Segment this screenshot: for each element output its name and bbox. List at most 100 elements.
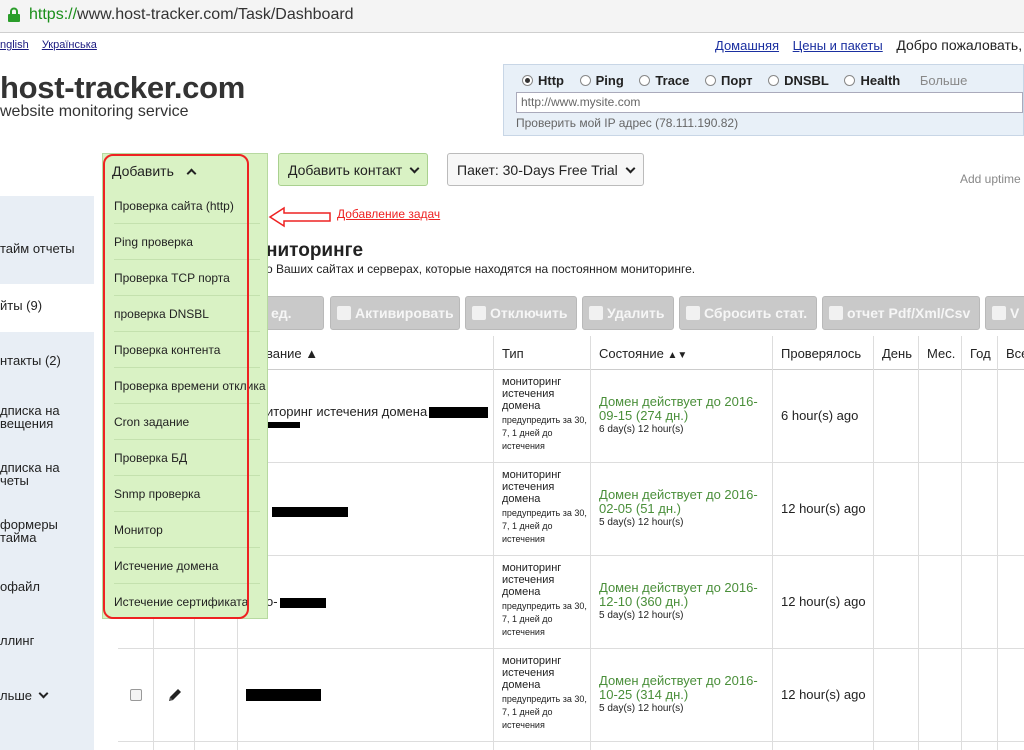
- radio-ping[interactable]: Ping: [579, 73, 624, 88]
- pencil-icon[interactable]: [166, 686, 184, 704]
- edit-button[interactable]: ед.: [264, 296, 324, 330]
- lang-english-link[interactable]: nglish: [0, 39, 29, 51]
- radio-dot: [522, 75, 533, 86]
- row-checked: 12 hour(s) ago: [781, 594, 866, 609]
- column-header-all[interactable]: Все: [1006, 346, 1024, 361]
- menu-item-domain-expiration[interactable]: Истечение домена: [114, 548, 260, 584]
- menu-item-db-check[interactable]: Проверка БД: [114, 440, 260, 476]
- column-header-state[interactable]: Состояние ▲▼: [599, 346, 687, 361]
- chevron-up-icon: [186, 168, 197, 179]
- menu-item-response-time-check[interactable]: Проверка времени отклика: [114, 368, 266, 404]
- column-header-name[interactable]: вание ▲: [266, 346, 318, 361]
- sidebar-item-alerts-subscription[interactable]: дписка на вещения: [0, 404, 94, 430]
- add-uptime-link[interactable]: Add uptime: [960, 172, 1021, 186]
- radio-port[interactable]: Порт: [705, 73, 752, 88]
- reset-stats-button[interactable]: Сбросить стат.: [679, 296, 817, 330]
- radio-http[interactable]: Http: [522, 73, 564, 88]
- table-row[interactable]: мониторинг истечения домена предупредить …: [118, 649, 1024, 742]
- sidebar-item-realtime-reports[interactable]: тайм отчеты: [0, 242, 94, 255]
- chevron-down-icon: [38, 688, 49, 699]
- menu-item-http-check[interactable]: Проверка сайта (http): [114, 188, 260, 224]
- add-dropdown-button[interactable]: Добавить: [112, 163, 197, 179]
- column-header-type[interactable]: Тип: [502, 346, 524, 361]
- row-name[interactable]: иторинг истечения домена: [266, 404, 427, 419]
- type-note: предупредить за 30, 7, 1 дней до истечен…: [502, 415, 587, 451]
- state-text: Домен действует до 2016-02-05 (51 дн.): [599, 487, 758, 516]
- report-export-button[interactable]: отчет Pdf/Xml/Csv: [822, 296, 980, 330]
- browser-address-bar[interactable]: https://www.host-tracker.com/Task/Dashbo…: [0, 0, 1024, 33]
- page-subtitle: о Ваших сайтах и серверах, которые наход…: [266, 262, 696, 276]
- type-main: мониторинг истечения домена: [502, 376, 562, 412]
- menu-item-dnsbl-check[interactable]: проверка DNSBL: [114, 296, 260, 332]
- radio-dot: [705, 75, 717, 86]
- sidebar-item-profile[interactable]: офайл: [0, 580, 94, 593]
- package-label: Пакет: 30-Days Free Trial: [457, 162, 618, 178]
- column-header-checked[interactable]: Проверялось: [781, 346, 861, 361]
- sidebar-item-label: ллинг: [0, 633, 35, 648]
- view-button[interactable]: V: [985, 296, 1024, 330]
- language-links: nglish Українська: [0, 39, 107, 51]
- menu-item-monitor[interactable]: Монитор: [114, 512, 260, 548]
- type-main: мониторинг истечения домена: [502, 655, 562, 691]
- row-checked: 6 hour(s) ago: [781, 408, 859, 423]
- activate-button[interactable]: Активировать: [330, 296, 460, 330]
- close-icon: [686, 306, 700, 320]
- radio-trace[interactable]: Trace: [639, 73, 689, 88]
- column-header-year[interactable]: Год: [970, 346, 991, 361]
- sidebar-item-label: офайл: [0, 579, 41, 594]
- row-checkbox[interactable]: [130, 689, 142, 701]
- check-my-ip-link[interactable]: Проверить мой IP адрес (78.111.190.82): [516, 116, 738, 130]
- sidebar-item-label: нтакты (2): [0, 353, 61, 368]
- state-interval: 5 day(s) 12 hour(s): [599, 703, 684, 714]
- sidebar-item-label: четы: [0, 473, 29, 488]
- lang-ukrainian-link[interactable]: Українська: [42, 39, 97, 51]
- radio-dnsbl[interactable]: DNSBL: [768, 73, 829, 88]
- activate-label: Активировать: [355, 305, 454, 321]
- state-text: Домен действует до 2016-09-15 (274 дн.): [599, 394, 758, 423]
- menu-item-ping-check[interactable]: Ping проверка: [114, 224, 260, 260]
- sidebar-item-contacts[interactable]: нтакты (2): [0, 354, 94, 367]
- column-label: Мес.: [927, 346, 956, 361]
- top-nav: Домашняя Цены и пакеты Добро пожаловать,: [715, 37, 1022, 53]
- sidebar-item-label: вещения: [0, 416, 54, 431]
- menu-item-content-check[interactable]: Проверка контента: [114, 332, 260, 368]
- state-interval: 5 day(s) 12 hour(s): [599, 517, 684, 528]
- row-state: Домен действует до 2016-09-15 (274 дн.) 6…: [599, 395, 774, 436]
- menu-item-snmp-check[interactable]: Snmp проверка: [114, 476, 260, 512]
- add-contact-button[interactable]: Добавить контакт: [278, 153, 429, 186]
- column-header-day[interactable]: День: [882, 346, 912, 361]
- column-header-month[interactable]: Мес.: [927, 346, 955, 361]
- home-link[interactable]: Домашняя: [715, 38, 779, 53]
- menu-item-certificate-expiration[interactable]: Истечение сертификата: [114, 584, 260, 620]
- sidebar-item-sites[interactable]: йты (9): [0, 284, 94, 332]
- more-options-link[interactable]: Больше: [920, 73, 968, 88]
- row-checked: 12 hour(s) ago: [781, 687, 866, 702]
- radio-health[interactable]: Health: [844, 73, 900, 88]
- redacted-block: [246, 689, 321, 701]
- sidebar-item-reports-subscription[interactable]: дписка на четы: [0, 461, 94, 487]
- report-export-label: отчет Pdf/Xml/Csv: [847, 305, 971, 321]
- site-url-input[interactable]: http://www.mysite.com: [516, 92, 1023, 113]
- menu-item-cron-job[interactable]: Cron задание: [114, 404, 260, 440]
- delete-label: Удалить: [607, 305, 665, 321]
- row-state: Домен действует до 2016-10-25 (314 дн.) 5…: [599, 674, 774, 715]
- delete-button[interactable]: Удалить: [582, 296, 674, 330]
- state-interval: 5 day(s) 12 hour(s): [599, 610, 684, 621]
- table-header: вание ▲ Тип Состояние ▲▼ Проверялось Ден…: [238, 336, 1024, 370]
- package-button[interactable]: Пакет: 30-Days Free Trial: [447, 153, 644, 186]
- menu-item-tcp-port-check[interactable]: Проверка TCP порта: [114, 260, 260, 296]
- sort-asc-icon: ▲: [305, 346, 319, 361]
- add-dropdown-label: Добавить: [112, 163, 174, 179]
- type-note: предупредить за 30, 7, 1 дней до истечен…: [502, 601, 587, 637]
- site-logo[interactable]: host-tracker.com: [0, 70, 245, 106]
- sidebar-item-label: льше: [0, 688, 33, 703]
- sidebar-item-uptime-informers[interactable]: формеры тайма: [0, 518, 94, 544]
- url-path: www.host-tracker.com/Task/Dashboard: [77, 6, 354, 23]
- sidebar-item-more[interactable]: льше: [0, 688, 94, 703]
- sidebar-item-billing[interactable]: ллинг: [0, 634, 94, 647]
- disable-button[interactable]: Отключить: [465, 296, 577, 330]
- sidebar-item-label: йты (9): [0, 298, 43, 313]
- prices-link[interactable]: Цены и пакеты: [793, 38, 883, 53]
- check-type-radios: Http Ping Trace Порт DNSBL Health Больше: [522, 73, 967, 88]
- browser-url[interactable]: https://www.host-tracker.com/Task/Dashbo…: [29, 6, 354, 24]
